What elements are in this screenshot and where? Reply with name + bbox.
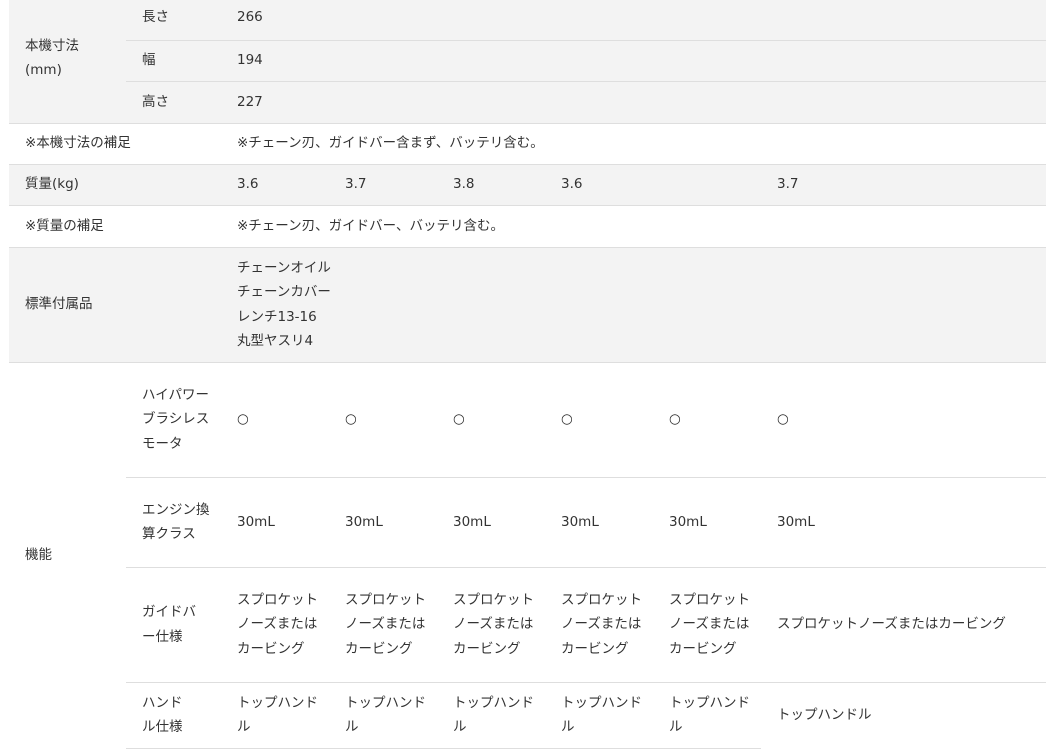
motor-value: ○ [437,362,545,478]
mass-label: 質量(kg) [9,164,221,206]
handle-value: トップハンドル [653,682,761,749]
engine-value: 30mL [761,477,1047,568]
dims-note-label: ※本機寸法の補足 [9,123,221,165]
height-value: 227 [221,81,1047,124]
accessory-item: チェーンカバー [237,284,331,300]
engine-row: エンジン換算クラス 30mL 30mL 30mL 30mL 30mL 30mL [9,477,1047,568]
dims-length-row: 本機寸法(mm) 長さ 266 [9,0,1047,124]
handle-label: ハンドル仕様 [126,682,221,749]
length-label: 長さ [126,0,221,41]
spec-table: 本機寸法(mm) 長さ 266 幅 194 高さ 227 ※本機寸法の補足 ※チ… [9,0,1047,749]
mass-value: 3.8 [437,164,545,206]
dims-label: 本機寸法(mm) [9,0,126,124]
guide-bar-value: スプロケットノーズまたはカービング [329,567,437,683]
handle-value: トップハンドル [437,682,545,749]
accessories-list: チェーンオイル チェーンカバー レンチ13-16 丸型ヤスリ4 [221,247,1047,363]
motor-label: ハイパワーブラシレスモータ [126,362,221,478]
motor-row: 機能 ハイパワーブラシレスモータ ○ ○ ○ ○ ○ ○ [9,362,1047,563]
handle-row: ハンドル仕様 トップハンドル トップハンドル トップハンドル トップハンドル ト… [9,682,1046,749]
guide-bar-label: ガイドバー仕様 [126,567,221,683]
dims-note-value: ※チェーン刃、ガイドバー含まず、バッテリ含む。 [221,123,1047,165]
mass-value: 3.6 [221,164,329,206]
accessory-item: チェーンオイル [237,259,331,276]
width-value: 194 [221,40,1047,82]
length-value: 266 [221,0,1047,41]
guide-bar-value: スプロケットノーズまたはカービング [437,567,545,683]
motor-value: ○ [761,362,1047,478]
engine-label: エンジン換算クラス [126,477,221,568]
mass-value: 3.6 [545,164,653,206]
mass-note-label: ※質量の補足 [9,205,221,248]
motor-value: ○ [329,362,437,478]
engine-value: 30mL [221,477,329,568]
handle-value: トップハンドル [329,682,437,749]
mass-note-value: ※チェーン刃、ガイドバー、バッテリ含む。 [221,205,1047,248]
engine-value: 30mL [437,477,545,568]
engine-value: 30mL [545,477,653,568]
accessories-label: 標準付属品 [9,247,221,363]
mass-value [653,164,761,206]
width-label: 幅 [126,40,221,82]
mass-value: 3.7 [761,164,1047,206]
features-label: 機能 [25,547,52,563]
guide-bar-row: ガイドバー仕様 スプロケットノーズまたはカービング スプロケットノーズまたはカー… [9,567,1047,683]
handle-value: トップハンドル [221,682,329,749]
dims-height-row: 高さ 227 [9,81,1047,124]
mass-value: 3.7 [329,164,437,206]
guide-bar-value: スプロケットノーズまたはカービング [653,567,761,683]
engine-value: 30mL [653,477,761,568]
engine-value: 30mL [329,477,437,568]
dims-note-row: ※本機寸法の補足 ※チェーン刃、ガイドバー含まず、バッテリ含む。 [9,123,1047,165]
guide-bar-value: スプロケットノーズまたはカービング [761,567,1047,683]
motor-value: ○ [545,362,653,478]
handle-value: トップハンドル [777,706,872,723]
dims-width-row: 幅 194 [9,40,1047,82]
height-label: 高さ [126,81,221,124]
accessory-item: レンチ13-16 [237,308,317,325]
guide-bar-value: スプロケットノーズまたはカービング [545,567,653,683]
mass-note-row: ※質量の補足 ※チェーン刃、ガイドバー、バッテリ含む。 [9,205,1047,248]
accessory-item: 丸型ヤスリ4 [237,333,314,349]
motor-value: ○ [221,362,329,478]
handle-value: トップハンドル [545,682,653,749]
guide-bar-value: スプロケットノーズまたはカービング [221,567,329,683]
mass-row: 質量(kg) 3.6 3.7 3.8 3.6 3.7 [9,164,1047,206]
motor-value: ○ [653,362,761,478]
accessories-row: 標準付属品 チェーンオイル チェーンカバー レンチ13-16 丸型ヤスリ4 [9,247,1047,363]
